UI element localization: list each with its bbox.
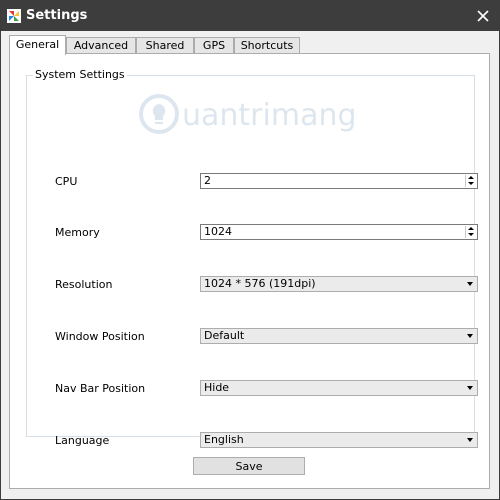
spin-down-icon[interactable]	[466, 232, 476, 238]
spin-down-icon[interactable]	[466, 181, 476, 187]
watermark-text: uantrimang	[182, 98, 357, 133]
resolution-select[interactable]: 1024 * 576 (191dpi)	[200, 276, 478, 292]
window-title: Settings	[26, 8, 88, 23]
language-value: English	[204, 433, 244, 446]
tab-advanced[interactable]: Advanced	[66, 37, 136, 54]
app-icon	[7, 9, 21, 23]
memory-spinbox[interactable]: 1024	[200, 224, 478, 240]
chevron-down-icon	[467, 386, 473, 390]
language-select[interactable]: English	[200, 432, 478, 448]
title-bar[interactable]: Settings	[1, 1, 499, 31]
language-label: Language	[55, 434, 110, 447]
resolution-label: Resolution	[55, 278, 113, 291]
cpu-spinbox[interactable]: 2	[200, 173, 478, 189]
nav-bar-position-label: Nav Bar Position	[55, 382, 146, 395]
memory-value: 1024	[204, 225, 232, 238]
nav-bar-position-select[interactable]: Hide	[200, 380, 478, 396]
window-position-select[interactable]: Default	[200, 328, 478, 344]
tab-shortcuts[interactable]: Shortcuts	[234, 37, 300, 54]
tab-shared[interactable]: Shared	[136, 37, 194, 54]
cpu-value: 2	[204, 174, 211, 187]
close-icon[interactable]	[475, 8, 491, 24]
tab-general[interactable]: General	[9, 35, 66, 55]
window-position-value: Default	[204, 329, 245, 342]
tab-gps[interactable]: GPS	[194, 37, 234, 54]
window-position-label: Window Position	[55, 330, 145, 343]
chevron-down-icon	[467, 438, 473, 442]
settings-window: Settings General Advanced Shared GPS Sho…	[0, 0, 500, 500]
save-button[interactable]: Save	[193, 457, 305, 475]
cpu-label: CPU	[55, 175, 78, 188]
general-tab-panel: System Settings uantrimang CPU 2 Memory …	[9, 53, 490, 489]
memory-spin-buttons	[465, 226, 476, 238]
chevron-down-icon	[467, 282, 473, 286]
nav-bar-position-value: Hide	[204, 381, 230, 394]
memory-label: Memory	[55, 226, 100, 239]
resolution-value: 1024 * 576 (191dpi)	[204, 277, 316, 290]
lightbulb-icon	[139, 94, 179, 134]
group-title: System Settings	[33, 68, 127, 81]
system-settings-group: System Settings uantrimang CPU 2 Memory …	[26, 68, 478, 448]
cpu-spin-buttons	[465, 175, 476, 187]
chevron-down-icon	[467, 334, 473, 338]
watermark: uantrimang	[137, 92, 357, 139]
